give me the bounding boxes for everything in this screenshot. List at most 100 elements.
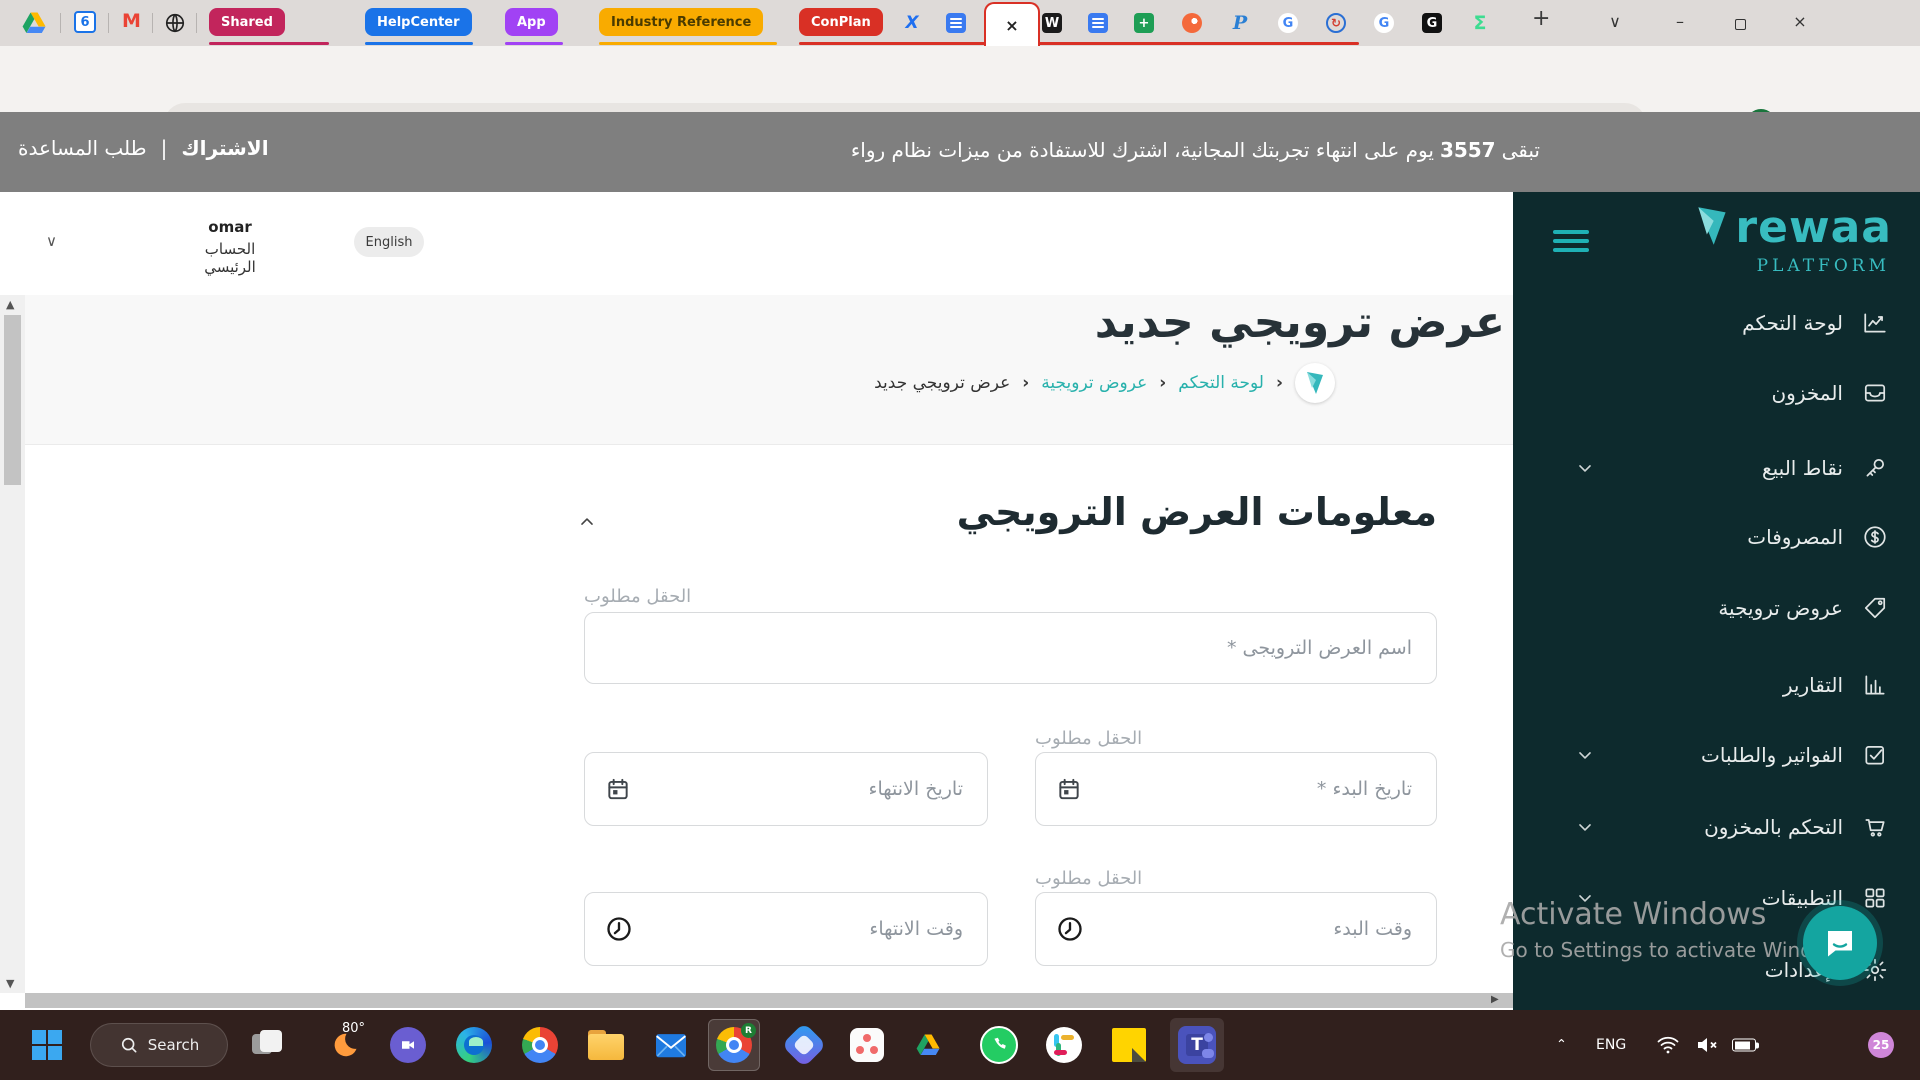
scroll-up-arrow[interactable]: ▲ [6, 298, 14, 311]
sticky-notes-app[interactable] [1112, 1028, 1146, 1062]
start-date-field[interactable] [1035, 752, 1437, 826]
chat-support-button[interactable] [1803, 906, 1877, 980]
app-header: ∨ omar الحساب الرئيسي English [0, 192, 1513, 295]
chevron-down-icon[interactable] [1575, 458, 1595, 478]
close-window-button[interactable]: × [1785, 12, 1815, 31]
start-date-input[interactable] [1036, 753, 1436, 825]
whatsapp-app[interactable] [980, 1026, 1018, 1064]
breadcrumb-promotions-link[interactable]: عروض ترويجية [1041, 373, 1147, 393]
semrush-tab[interactable] [1180, 11, 1204, 35]
docs-tab-2[interactable] [1086, 11, 1110, 35]
google-drive-app[interactable] [916, 1034, 940, 1056]
volume-muted-icon[interactable] [1694, 1033, 1720, 1057]
file-explorer-app[interactable] [588, 1030, 624, 1060]
taskbar-search[interactable]: Search [90, 1023, 228, 1067]
globe-pinned-tab[interactable] [164, 12, 186, 34]
wifi-icon[interactable] [1656, 1033, 1680, 1057]
tab-group-industry-reference[interactable]: Industry Reference [599, 8, 764, 36]
sync-tab[interactable]: ↻ [1324, 11, 1348, 35]
calendar-icon[interactable] [605, 776, 631, 802]
mail-app[interactable] [654, 1030, 688, 1060]
start-time-field[interactable] [1035, 892, 1437, 966]
active-tab[interactable]: × [984, 2, 1040, 46]
confluence-tab[interactable]: X [900, 11, 924, 35]
tab-group-shared[interactable]: Shared [209, 8, 285, 36]
user-account-block[interactable]: omar الحساب الرئيسي [180, 218, 280, 276]
calendar-pinned-tab[interactable]: 6 [74, 11, 96, 33]
weather-widget[interactable]: 80° [316, 1021, 372, 1060]
banner-links: الاشتراك | طلب المساعدة [18, 136, 269, 160]
windows-start-button[interactable] [32, 1030, 62, 1060]
start-time-input[interactable] [1036, 893, 1436, 965]
end-time-field[interactable] [584, 892, 988, 966]
browser-toolbar: ← → ↻ platform.rewaatech.com/promotions/… [0, 46, 1920, 145]
drive-pinned-tab[interactable] [22, 12, 46, 34]
docs-tab[interactable] [944, 11, 968, 35]
dashboard-icon [1862, 310, 1888, 336]
calendar-icon[interactable] [1056, 776, 1082, 802]
word-tab[interactable]: W [1040, 11, 1064, 35]
chevron-down-icon[interactable] [1575, 817, 1595, 837]
scroll-down-arrow[interactable]: ▼ [6, 977, 14, 990]
promotion-name-field[interactable] [584, 612, 1437, 684]
language-toggle-button[interactable]: English [354, 227, 424, 257]
tab-search-chevron[interactable]: ∨ [1600, 12, 1630, 31]
tray-language[interactable]: ENG [1596, 1037, 1626, 1053]
help-request-link[interactable]: طلب المساعدة [18, 136, 147, 160]
page-title-block: عرض ترويجي جديد ‹ لوحة التحكم ‹ عروض ترو… [25, 295, 1513, 445]
minimize-button[interactable]: – [1665, 12, 1695, 31]
close-tab-icon[interactable]: × [1005, 16, 1018, 35]
horizontal-scrollbar[interactable]: ▶ [25, 993, 1513, 1008]
edge-app[interactable] [456, 1027, 492, 1063]
chevron-down-icon[interactable] [1575, 745, 1595, 765]
teams-app[interactable]: T [1170, 1018, 1224, 1072]
sheets-tab[interactable]: + [1132, 11, 1156, 35]
sidebar-item-pos[interactable]: نقاط البيع [1513, 446, 1920, 490]
google-tab-2[interactable]: G [1372, 11, 1396, 35]
gmail-pinned-tab[interactable]: M [122, 10, 141, 32]
pinterest-tab[interactable]: P [1228, 11, 1252, 35]
trial-days-remaining: 3557 [1439, 138, 1496, 162]
sidebar-item-inventory[interactable]: المخزون [1513, 371, 1920, 415]
clipchamp-app[interactable] [390, 1027, 426, 1063]
hamburger-menu-icon[interactable] [1553, 230, 1589, 252]
end-time-input[interactable] [585, 893, 987, 965]
restore-button[interactable] [1725, 15, 1755, 34]
new-tab-button[interactable]: + [1532, 6, 1550, 31]
end-date-input[interactable] [585, 753, 987, 825]
loop-app[interactable] [781, 1022, 827, 1068]
tab-group-conplan[interactable]: ConPlan [799, 8, 883, 36]
tab-group-app[interactable]: App [505, 8, 558, 36]
tray-expand-chevron[interactable]: ⌃ [1556, 1038, 1567, 1053]
chrome-app[interactable] [522, 1027, 558, 1063]
clock-icon[interactable] [1056, 915, 1084, 943]
google-tab[interactable]: G [1276, 11, 1300, 35]
sidebar-item-reports[interactable]: التقارير [1513, 663, 1920, 707]
promotion-name-input[interactable] [585, 613, 1436, 683]
slack-app[interactable] [1046, 1027, 1082, 1063]
required-hint-start-time: الحقل مطلوب [1035, 868, 1143, 889]
task-view-button[interactable] [252, 1030, 282, 1060]
end-date-field[interactable] [584, 752, 988, 826]
collapse-section-chevron-icon[interactable] [577, 512, 597, 532]
chevron-down-icon[interactable] [1575, 888, 1595, 908]
subscribe-link[interactable]: الاشتراك [181, 136, 268, 160]
gblack-tab[interactable]: G [1420, 11, 1444, 35]
sigma-tab[interactable]: Σ [1468, 11, 1492, 35]
sidebar-item-promotions[interactable]: عروض ترويجية [1513, 586, 1920, 630]
vertical-scroll-thumb[interactable] [4, 315, 21, 485]
account-chevron-down-icon[interactable]: ∨ [46, 232, 57, 250]
notification-badge[interactable]: 25 [1868, 1032, 1894, 1058]
breadcrumb-dashboard-link[interactable]: لوحة التحكم [1178, 373, 1264, 393]
sidebar-item-invoices[interactable]: الفواتير والطلبات [1513, 733, 1920, 777]
chrome-profile-app-active[interactable]: R [708, 1019, 760, 1071]
scroll-right-arrow[interactable]: ▶ [1491, 994, 1499, 1005]
sidebar-item-stock-control[interactable]: التحكم بالمخزون [1513, 805, 1920, 849]
sidebar-item-dashboard[interactable]: لوحة التحكم [1513, 301, 1920, 345]
sidebar-item-expenses[interactable]: المصروفات [1513, 515, 1920, 559]
clock-icon[interactable] [605, 915, 633, 943]
asana-app[interactable] [850, 1028, 884, 1062]
vertical-scrollbar[interactable]: ▲ ▼ [0, 295, 25, 993]
tab-group-helpcenter[interactable]: HelpCenter [365, 8, 472, 36]
battery-icon[interactable] [1732, 1038, 1759, 1052]
